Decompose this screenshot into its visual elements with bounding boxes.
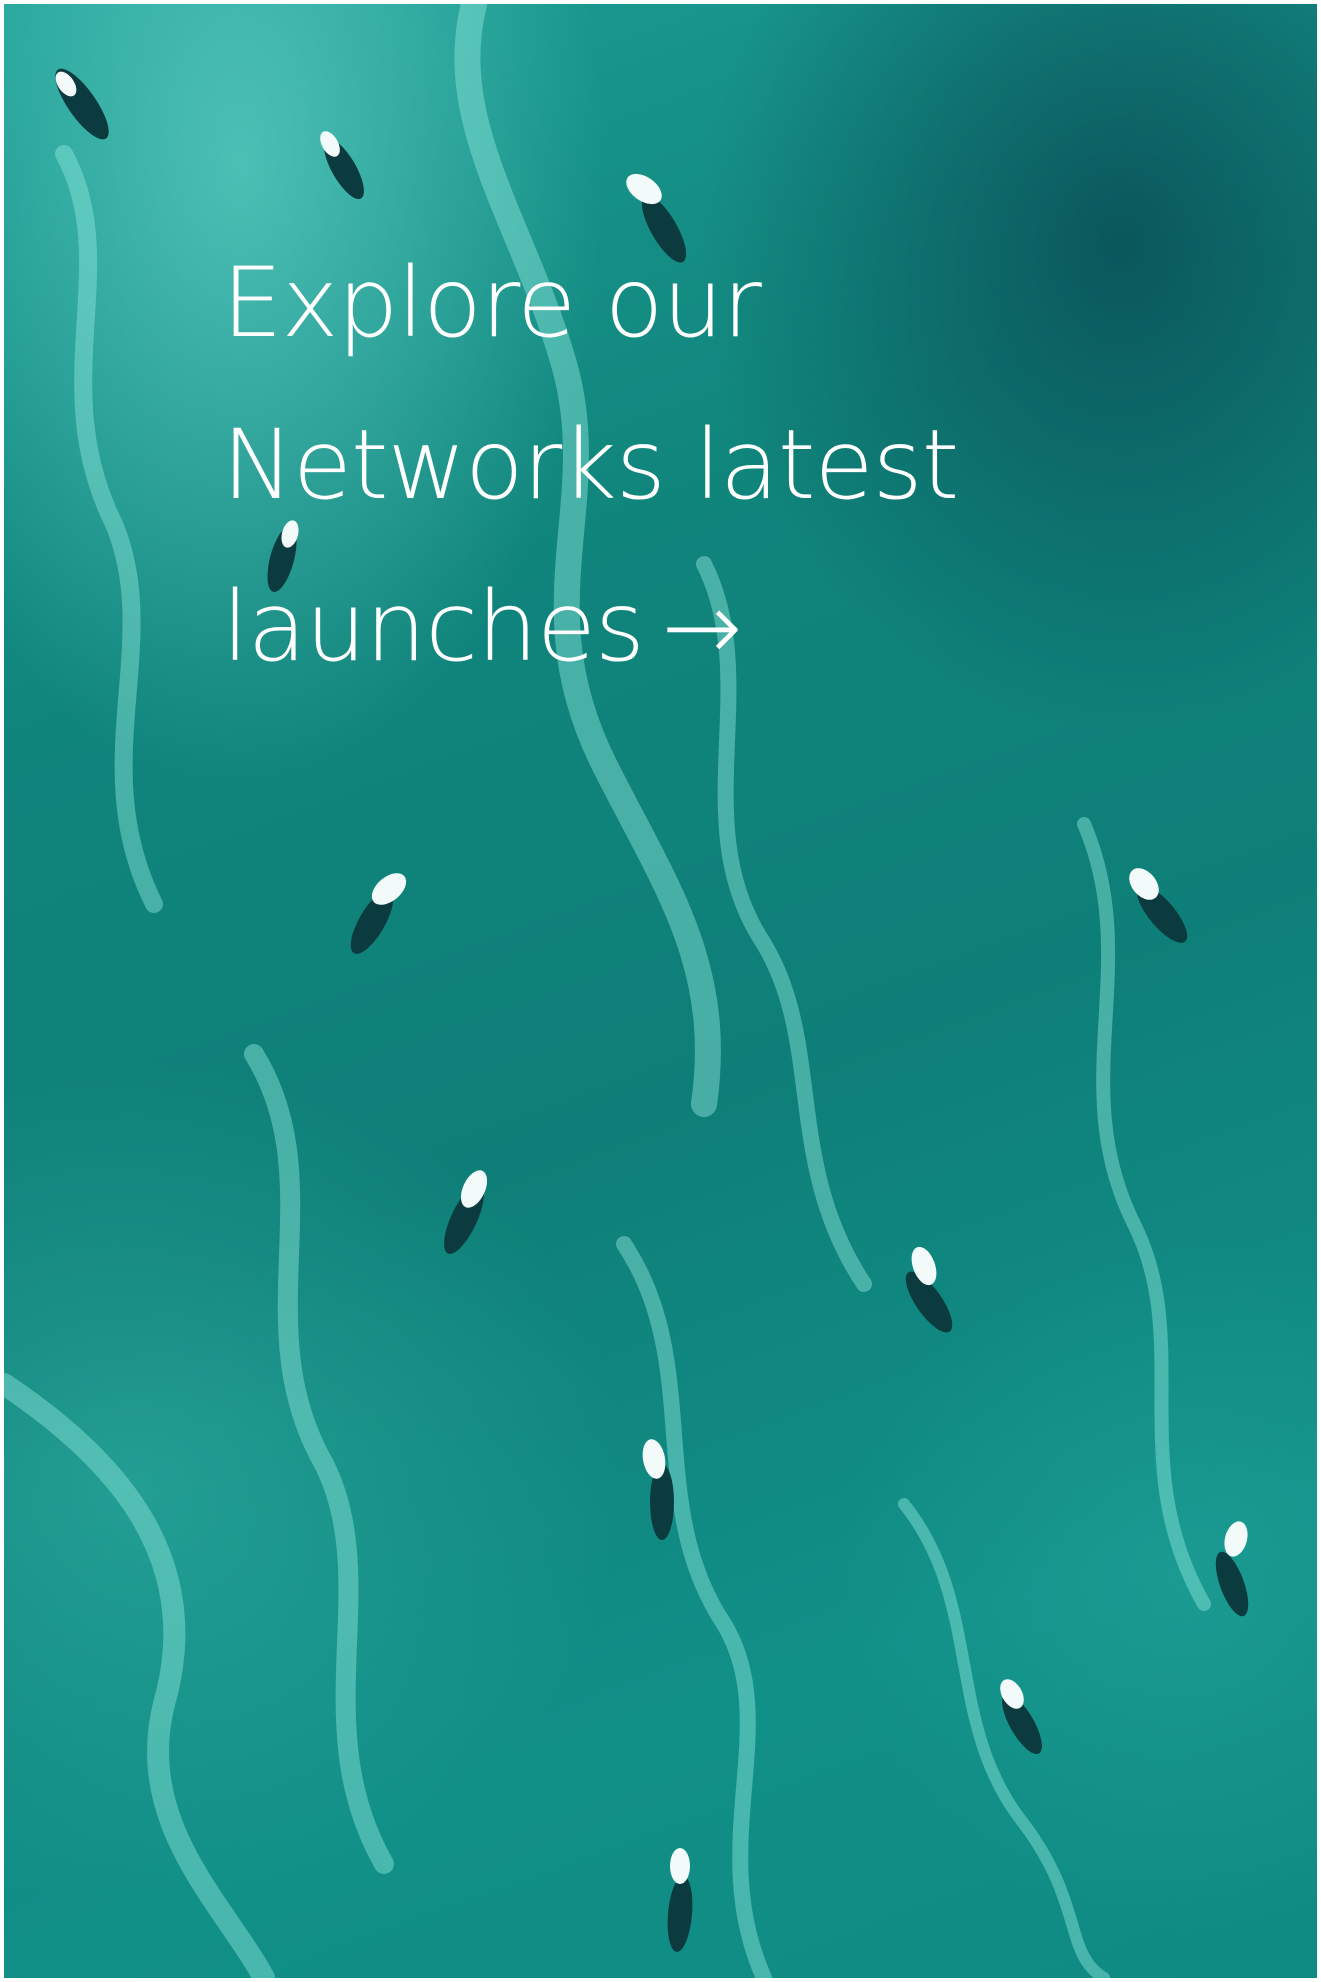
cta-line-3-text: launches [222, 571, 645, 683]
hero-banner[interactable]: Explore our Networks latest launches → [4, 4, 1317, 1978]
arrow-right-icon: → [661, 571, 742, 683]
cta-line-2: Networks latest [222, 409, 959, 521]
explore-networks-link[interactable]: Explore our Networks latest launches → [222, 222, 982, 708]
page-frame: Explore our Networks latest launches → [0, 0, 1321, 1982]
cta-line-1: Explore our [222, 247, 762, 359]
cta-line-3: launches → [222, 546, 982, 708]
